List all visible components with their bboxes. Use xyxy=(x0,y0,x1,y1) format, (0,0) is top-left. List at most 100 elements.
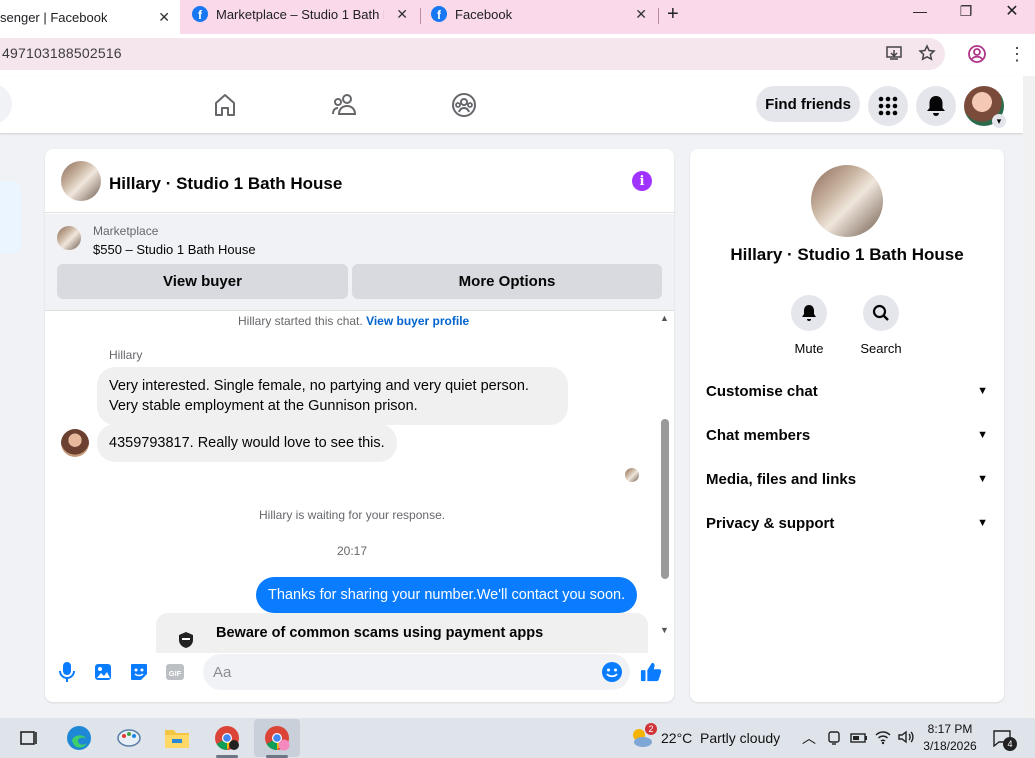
chrome-icon[interactable] xyxy=(212,724,242,752)
edge-icon[interactable] xyxy=(64,724,94,752)
facebook-header: Find friends ▾ xyxy=(0,76,1023,133)
omnibox[interactable] xyxy=(0,38,945,70)
tab-close-icon[interactable]: ✕ xyxy=(396,6,408,23)
chat-avatar[interactable] xyxy=(61,161,101,201)
install-app-icon[interactable] xyxy=(885,44,903,67)
url-text[interactable]: 497103188502516 xyxy=(2,45,122,61)
emoji-icon[interactable] xyxy=(601,661,623,683)
svg-text:GIF: GIF xyxy=(169,669,182,678)
find-friends-button[interactable]: Find friends xyxy=(756,86,860,122)
scrollbar-thumb[interactable] xyxy=(661,419,669,579)
task-view-icon[interactable] xyxy=(14,724,44,752)
notification-count-badge: 4 xyxy=(1003,737,1017,751)
mute-label: Mute xyxy=(794,341,824,356)
menu-grid-icon[interactable] xyxy=(868,86,908,126)
section-customise-chat[interactable]: Customise chat ▼ xyxy=(706,376,988,406)
account-avatar[interactable]: ▾ xyxy=(964,86,1006,128)
tab-close-icon[interactable]: ✕ xyxy=(158,9,170,26)
info-panel-name[interactable]: Hillary · Studio 1 Bath House xyxy=(690,245,1004,265)
more-options-button[interactable]: More Options xyxy=(352,264,662,299)
gif-icon[interactable]: GIF xyxy=(164,661,186,683)
tab-messenger[interactable]: senger | Facebook ✕ xyxy=(0,0,180,34)
listing-title[interactable]: $550 – Studio 1 Bath House xyxy=(93,242,256,257)
marketplace-label: Marketplace xyxy=(93,224,159,238)
view-buyer-button[interactable]: View buyer xyxy=(57,264,348,299)
window-close-button[interactable]: ✕ xyxy=(989,0,1035,22)
tab-marketplace[interactable]: f Marketplace – Studio 1 Bath Ho ✕ xyxy=(192,0,418,28)
chat-header: Hillary · Studio 1 Bath House i xyxy=(45,149,674,213)
chevron-down-icon: ▼ xyxy=(977,429,988,441)
chevron-down-icon: ▼ xyxy=(977,517,988,529)
mute-button[interactable]: Mute xyxy=(779,295,839,356)
search-label: Search xyxy=(860,341,902,356)
chat-started-note: Hillary started this chat. View buyer pr… xyxy=(238,314,469,328)
message-timestamp: 20:17 xyxy=(337,544,368,558)
left-sidebar-selected-item[interactable] xyxy=(0,181,21,253)
battery-icon[interactable] xyxy=(850,730,868,749)
page-scrollbar[interactable] xyxy=(1023,76,1035,718)
search-field[interactable] xyxy=(0,84,12,124)
weather-icon[interactable]: 2 xyxy=(627,723,657,752)
image-icon[interactable] xyxy=(92,661,114,683)
minimize-button[interactable]: — xyxy=(897,0,943,22)
meet-now-icon[interactable] xyxy=(826,730,842,749)
incoming-message[interactable]: 4359793817. Really would love to see thi… xyxy=(97,424,397,462)
tab-title: Marketplace – Studio 1 Bath Ho xyxy=(216,6,384,22)
like-thumbs-up-icon[interactable] xyxy=(640,661,662,683)
section-label: Media, files and links xyxy=(706,470,857,488)
section-privacy-support[interactable]: Privacy & support ▼ xyxy=(706,508,988,538)
scroll-up-icon[interactable]: ▲ xyxy=(660,313,669,323)
scroll-down-icon[interactable]: ▼ xyxy=(660,625,669,635)
wifi-icon[interactable] xyxy=(874,729,892,748)
sticker-icon[interactable] xyxy=(128,661,150,683)
friends-icon[interactable] xyxy=(330,90,360,120)
tab-facebook[interactable]: f Facebook ✕ xyxy=(431,0,657,28)
search-button[interactable]: Search xyxy=(851,295,911,356)
read-receipt-avatar xyxy=(625,468,639,482)
message-list: Hillary started this chat. View buyer pr… xyxy=(45,311,674,653)
home-icon[interactable] xyxy=(210,90,240,120)
view-buyer-profile-link[interactable]: View buyer profile xyxy=(366,314,469,328)
info-icon[interactable]: i xyxy=(632,171,652,191)
outgoing-message[interactable]: Thanks for sharing your number.We'll con… xyxy=(256,577,638,613)
message-scrollbar[interactable]: ▲ ▼ xyxy=(658,311,674,641)
browser-tabstrip: senger | Facebook ✕ f Marketplace – Stud… xyxy=(0,0,1035,34)
scam-warning-card[interactable]: Beware of common scams using payment app… xyxy=(156,613,648,653)
sender-avatar[interactable] xyxy=(61,429,89,457)
chat-panel: Hillary · Studio 1 Bath House i Marketpl… xyxy=(45,149,674,702)
bookmark-star-icon[interactable] xyxy=(918,44,936,67)
profile-icon[interactable] xyxy=(967,44,987,69)
profile-photo[interactable] xyxy=(811,165,883,237)
notifications-icon[interactable] xyxy=(916,86,956,126)
sender-name: Hillary xyxy=(109,348,143,362)
microphone-icon[interactable] xyxy=(56,661,78,683)
section-label: Chat members xyxy=(706,426,811,444)
chat-title[interactable]: Hillary · Studio 1 Bath House xyxy=(109,174,342,194)
tab-title: Facebook xyxy=(455,6,513,22)
section-chat-members[interactable]: Chat members ▼ xyxy=(706,420,988,450)
tab-title: senger | Facebook xyxy=(0,9,108,25)
new-tab-button[interactable]: + xyxy=(667,0,687,28)
chat-started-text: Hillary started this chat. xyxy=(238,314,363,328)
message-input[interactable] xyxy=(203,654,630,690)
tab-divider xyxy=(658,8,659,24)
weather-condition[interactable]: Partly cloudy xyxy=(700,730,780,746)
restore-button[interactable]: ❐ xyxy=(943,0,989,22)
chevron-up-icon[interactable]: ︿ xyxy=(802,728,816,748)
file-explorer-icon[interactable] xyxy=(162,724,192,752)
tab-close-icon[interactable]: ✕ xyxy=(635,6,647,23)
incoming-message[interactable]: Very interested. Single female, no party… xyxy=(97,367,568,425)
scam-warning-title: Beware of common scams using payment app… xyxy=(216,625,544,641)
paint-app-icon[interactable] xyxy=(114,724,144,752)
section-label: Privacy & support xyxy=(706,514,835,532)
chrome-profile-icon[interactable] xyxy=(254,719,300,757)
weather-temp[interactable]: 22°C xyxy=(661,730,692,746)
waiting-note: Hillary is waiting for your response. xyxy=(259,508,446,522)
system-clock[interactable]: 8:17 PM 3/18/2026 xyxy=(912,721,988,755)
address-bar: 497103188502516 ⋮ xyxy=(0,34,1035,76)
section-media-files-links[interactable]: Media, files and links ▼ xyxy=(706,464,988,494)
section-label: Customise chat xyxy=(706,382,818,400)
browser-menu-icon[interactable]: ⋮ xyxy=(1008,44,1026,65)
chat-info-panel: Hillary · Studio 1 Bath House Mute Searc… xyxy=(690,149,1004,702)
groups-icon[interactable] xyxy=(449,90,479,120)
